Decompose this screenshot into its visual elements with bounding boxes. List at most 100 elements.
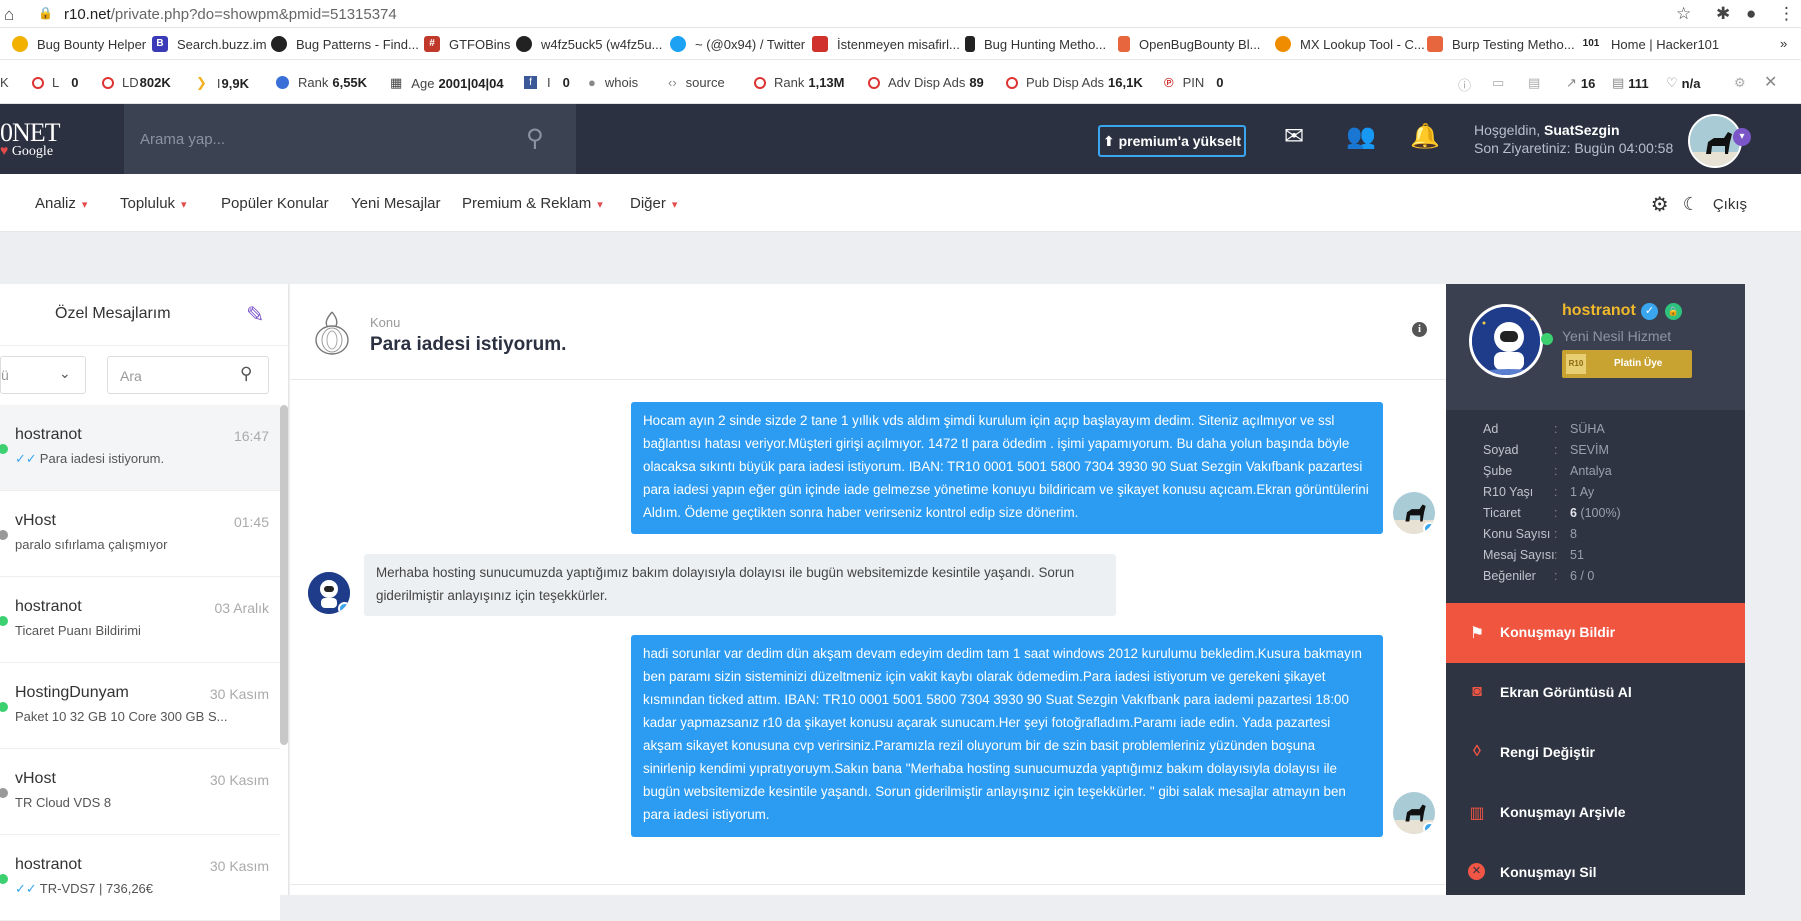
stat-row: Beğeniler:6 / 0 (1483, 569, 1595, 583)
screenshot-button[interactable]: ◙ Ekran Görüntüsü Al (1446, 663, 1745, 723)
bell-icon[interactable]: 🔔 (1410, 122, 1440, 151)
seo-age[interactable]: ▦ Age 2001|04|04 (390, 75, 504, 91)
welcome-text: Hoşgeldin, SuatSezgin Son Ziyaretiniz: B… (1474, 122, 1674, 156)
seo-rank[interactable]: Rank 6,55K (276, 75, 367, 90)
home-icon[interactable]: ⌂ (4, 5, 14, 25)
address-url[interactable]: r10.net/private.php?do=showpm&pmid=51315… (64, 6, 397, 23)
seo-adv-disp-ads[interactable]: Adv Disp Ads 89 (868, 75, 984, 90)
info-icon[interactable]: ⓘ (1458, 75, 1471, 94)
settings-icon[interactable]: ⚙ (1734, 75, 1746, 91)
nav-populer-konular[interactable]: Popüler Konular (221, 195, 329, 212)
nav-diger[interactable]: Diğer ▾ (630, 195, 677, 212)
settings-gear-icon[interactable]: ⚙ (1651, 192, 1669, 217)
stat-row: Şube: Antalya (1483, 464, 1612, 478)
bookmark-gtfobins[interactable]: # GTFOBins (424, 36, 510, 52)
username-link[interactable]: SuatSezgin (1544, 122, 1619, 138)
inbox-scrollbar[interactable] (280, 405, 288, 745)
conversation-item[interactable]: vHost 30 Kasım TR Cloud VDS 8 (0, 749, 280, 835)
seo-pages[interactable]: ▤ 111 (1612, 75, 1649, 91)
search-icon[interactable]: ⚲ (240, 364, 252, 384)
sender-avatar[interactable] (1393, 792, 1435, 834)
profile-icon[interactable]: ● (1746, 4, 1756, 24)
bookmark-twitter[interactable]: ~ (@0x94) / Twitter (670, 36, 805, 52)
bookmark-bug-patterns[interactable]: Bug Patterns - Find... (271, 36, 419, 52)
stat-row: Ticaret:6 (100%) (1483, 506, 1621, 520)
facebook-icon: f (524, 76, 537, 89)
membership-badge: R10 Platin Üye (1562, 350, 1692, 378)
premium-upgrade-button[interactable]: ⬆ premium'a yükselt (1098, 125, 1246, 157)
drop-icon: ◊ (1473, 743, 1481, 760)
seo-index[interactable]: ❯ I 9,9K (196, 75, 249, 91)
bookmark-bug-hunting[interactable]: Bug Hunting Metho... (965, 36, 1106, 52)
conversation-item[interactable]: hostranot 30 Kasım ✓✓ TR-VDS7 | 736,26€ (0, 835, 280, 921)
conversation-item[interactable]: vHost 01:45 paralo sıfırlama çalışmıyor (0, 491, 280, 577)
bookmark-burp-testing[interactable]: Burp Testing Metho... (1427, 36, 1575, 52)
report-conversation-button[interactable]: ⚑ Konuşmayı Bildir (1446, 603, 1745, 663)
archive-conversation-button[interactable]: ▥ Konuşmayı Arşivle (1446, 783, 1745, 843)
dark-mode-moon-icon[interactable]: ☾ (1683, 194, 1699, 215)
bookmark-openbugbounty[interactable]: OpenBugBounty Bl... (1118, 36, 1260, 52)
mail-icon[interactable]: ✉ (1284, 122, 1304, 151)
pages-icon: ▤ (1612, 75, 1625, 90)
lock-icon[interactable]: 🔒 (38, 6, 53, 20)
close-icon[interactable]: ✕ (1764, 72, 1777, 92)
profile-avatar[interactable] (1469, 304, 1543, 378)
avatar-dropdown-icon[interactable]: ▾ (1733, 128, 1751, 146)
chart-icon[interactable]: ▤ (1528, 75, 1540, 91)
browser-address-bar: ⌂ 🔒 r10.net/private.php?do=showpm&pmid=5… (0, 0, 1801, 28)
inbox-search-input[interactable] (120, 366, 230, 386)
users-icon[interactable]: 👥 (1346, 122, 1376, 151)
bookmark-search-buzz[interactable]: B Search.buzz.im (152, 36, 267, 52)
logout-link[interactable]: Çıkış (1713, 196, 1747, 213)
bookmark-github-w4fz5uck5[interactable]: w4fz5uck5 (w4fz5u... (516, 36, 662, 52)
topic-label: Konu (370, 315, 401, 330)
site-search-input[interactable] (140, 126, 520, 152)
recipient-avatar[interactable] (308, 572, 350, 614)
inbox-filter-select[interactable]: ü ⌄ (0, 356, 86, 394)
nav-yeni-mesajlar[interactable]: Yeni Mesajlar (351, 195, 441, 212)
extensions-icon[interactable]: ✱ (1716, 4, 1730, 24)
seo-index-status[interactable]: ♡ n/a (1666, 75, 1700, 91)
nav-premium-reklam[interactable]: Premium & Reklam ▾ (462, 195, 603, 212)
bookmark-mx-lookup[interactable]: MX Lookup Tool - C... (1275, 36, 1425, 52)
chevron-down-icon: ▾ (671, 199, 678, 211)
seo-rank-alexa[interactable]: Rank 1,13M (754, 75, 845, 90)
seo-facebook[interactable]: fI0 (524, 75, 570, 90)
menu-icon[interactable]: ⋮ (1778, 4, 1795, 24)
bookmark-favicon-icon (1275, 36, 1291, 52)
verified-check-icon: ✓ (1641, 303, 1658, 320)
seo-source[interactable]: ‹› source (668, 75, 725, 90)
upgrade-arrow-icon: ⬆ (1102, 133, 1115, 149)
bookmark-istenmeyen[interactable]: İstenmeyen misafirl... (812, 36, 960, 52)
seo-ld[interactable]: LD 802K (102, 75, 171, 90)
site-logo[interactable]: 10NET ♥ Google (0, 120, 61, 160)
conversation-item[interactable]: hostranot 16:47 ✓✓ Para iadesi istiyorum. (0, 405, 280, 491)
compose-message-icon[interactable]: ✎ (246, 302, 264, 328)
nav-topluluk[interactable]: Topluluk ▾ (120, 195, 187, 212)
conversation-item[interactable]: hostranot 03 Aralık Ticaret Puanı Bildir… (0, 577, 280, 663)
seo-k[interactable]: K (0, 75, 9, 90)
bookmark-hacker101[interactable]: 101 Home | Hacker101 (1580, 36, 1719, 52)
seo-pin[interactable]: ℗ PIN 0 (1164, 75, 1224, 90)
bookmark-bug-bounty-helper[interactable]: Bug Bounty Helper (12, 36, 146, 52)
monitor-icon[interactable]: ▭ (1492, 75, 1504, 91)
nav-right-tools: ⚙ ☾ Çıkış (1651, 192, 1747, 217)
bookmark-star-icon[interactable]: ☆ (1676, 4, 1691, 24)
conversation-item[interactable]: HostingDunyam 30 Kasım Paket 10 32 GB 10… (0, 663, 280, 749)
search-icon[interactable]: ⚲ (526, 124, 544, 153)
read-check-icon: ✓✓ (15, 451, 37, 466)
change-color-button[interactable]: ◊ Rengi Değiştir (1446, 723, 1745, 783)
bookmarks-overflow-icon[interactable]: » (1780, 36, 1787, 51)
flag-icon: ⚑ (1469, 625, 1485, 642)
nav-analiz[interactable]: Analiz ▾ (35, 195, 87, 212)
info-icon[interactable]: i (1412, 322, 1427, 337)
seo-pub-disp-ads[interactable]: Pub Disp Ads 16,1K (1006, 75, 1143, 90)
seo-external-links[interactable]: ↗ 16 (1566, 75, 1595, 91)
delete-conversation-button[interactable]: ✕ Konuşmayı Sil (1446, 843, 1745, 903)
seo-l[interactable]: L0 (32, 75, 78, 90)
seo-whois[interactable]: ● whois (588, 75, 638, 90)
conversation-panel: Konu Para iadesi istiyorum. i Hocam ayın… (290, 284, 1446, 895)
delete-icon: ✕ (1468, 863, 1485, 880)
profile-username[interactable]: hostranot (1562, 302, 1636, 320)
sender-avatar[interactable] (1393, 492, 1435, 534)
